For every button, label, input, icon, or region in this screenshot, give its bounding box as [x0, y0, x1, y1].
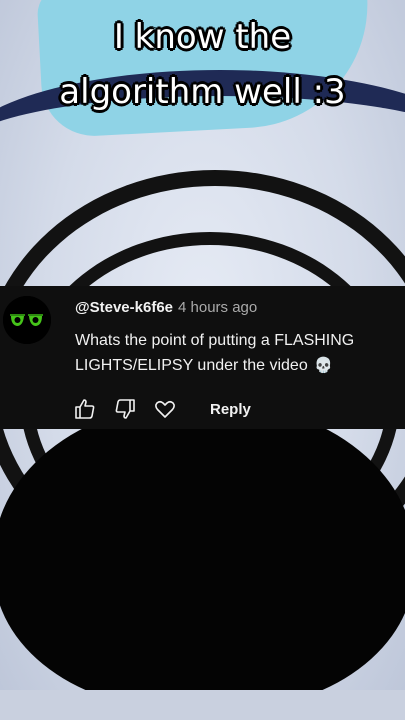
black-disc	[0, 400, 405, 710]
like-button[interactable]	[72, 396, 98, 422]
caption-line-2: algorithm well :3	[59, 72, 346, 112]
caption-line-1: I know the	[113, 17, 292, 57]
avatar[interactable]	[3, 296, 51, 344]
comment-header: @Steve-k6f6e 4 hours ago	[75, 299, 257, 316]
reply-button[interactable]: Reply	[210, 401, 251, 418]
bottom-strip	[0, 690, 405, 720]
skull-emoji-icon: 💀	[314, 357, 333, 374]
avatar-face-icon	[3, 296, 51, 344]
heart-button[interactable]	[152, 396, 178, 422]
dislike-button[interactable]	[112, 396, 138, 422]
video-caption: I know the algorithm well :3	[0, 10, 405, 120]
comment-author[interactable]: @Steve-k6f6e	[75, 299, 173, 316]
comment-body: Whats the point of putting a FLASHING LI…	[75, 332, 355, 374]
comment-actions: Reply	[72, 396, 251, 422]
comment-text: Whats the point of putting a FLASHING LI…	[75, 328, 405, 378]
thumbs-up-icon	[75, 399, 95, 419]
comment-timestamp[interactable]: 4 hours ago	[178, 299, 257, 316]
comment-card: @Steve-k6f6e 4 hours ago Whats the point …	[0, 286, 405, 429]
thumbs-down-icon	[115, 399, 135, 419]
heart-icon	[155, 400, 175, 418]
